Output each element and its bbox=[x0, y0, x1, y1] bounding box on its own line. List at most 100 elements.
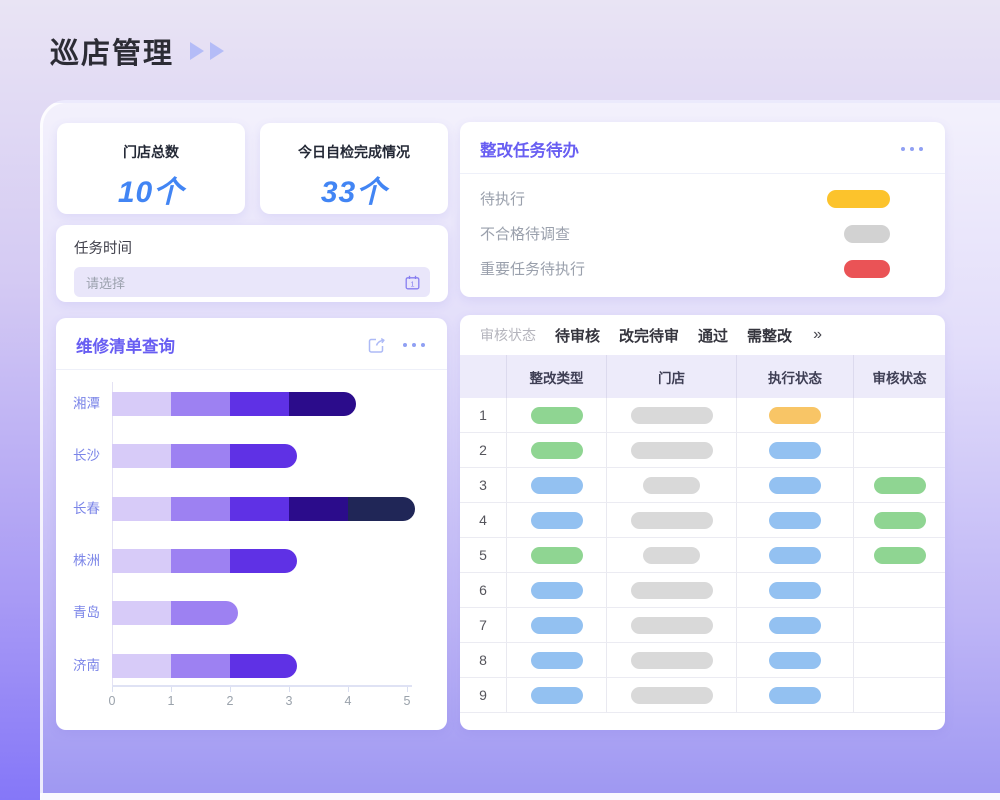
play-icon bbox=[210, 42, 224, 60]
status-pill bbox=[631, 687, 713, 704]
status-pill bbox=[531, 582, 583, 599]
bar-segment bbox=[230, 549, 297, 573]
bar-category-label: 长春 bbox=[56, 497, 100, 521]
status-pill bbox=[769, 407, 821, 424]
table-cell bbox=[737, 538, 854, 573]
table-cell bbox=[854, 503, 945, 538]
x-axis-tick-label: 1 bbox=[156, 694, 186, 708]
tab-待审核[interactable]: 待审核 bbox=[555, 325, 600, 346]
page-header: 巡店管理 bbox=[50, 30, 224, 72]
review-status-card: 审核状态 待审核改完待审通过需整改 » 整改类型门店执行状态审核状态123456… bbox=[460, 315, 945, 730]
bar-segment bbox=[112, 392, 171, 416]
bar-category-label: 青岛 bbox=[56, 601, 100, 625]
status-pill bbox=[643, 477, 700, 494]
stacked-bar bbox=[112, 654, 297, 678]
status-pill bbox=[643, 547, 700, 564]
play-icon bbox=[190, 42, 204, 60]
todo-item[interactable]: 重要任务待执行 bbox=[480, 251, 925, 286]
todo-card-header: 整改任务待办 bbox=[460, 122, 945, 174]
x-axis-tick bbox=[230, 687, 231, 692]
status-pill bbox=[874, 512, 926, 529]
tab-通过[interactable]: 通过 bbox=[698, 325, 728, 346]
task-time-label: 任务时间 bbox=[74, 237, 430, 258]
status-pill bbox=[531, 512, 583, 529]
table-cell bbox=[854, 538, 945, 573]
status-pill bbox=[874, 477, 926, 494]
table-cell bbox=[607, 678, 737, 713]
stat-label: 今日自检完成情况 bbox=[260, 142, 448, 162]
x-axis-tick-label: 0 bbox=[97, 694, 127, 708]
status-pill bbox=[631, 652, 713, 669]
review-table: 整改类型门店执行状态审核状态123456789 bbox=[460, 355, 945, 713]
stacked-bar bbox=[112, 392, 356, 416]
status-pill bbox=[874, 547, 926, 564]
bar-category-label: 长沙 bbox=[56, 444, 100, 468]
table-cell bbox=[854, 643, 945, 678]
x-axis-tick bbox=[112, 687, 113, 692]
bar-segment bbox=[289, 392, 356, 416]
stat-card-store-total: 门店总数 10个 bbox=[57, 123, 245, 214]
bar-segment bbox=[230, 392, 289, 416]
x-axis-tick-label: 4 bbox=[333, 694, 363, 708]
status-pill bbox=[769, 477, 821, 494]
stacked-bar bbox=[112, 601, 238, 625]
table-cell bbox=[607, 468, 737, 503]
stat-label: 门店总数 bbox=[57, 142, 245, 162]
row-number: 5 bbox=[460, 538, 507, 573]
status-pill bbox=[769, 512, 821, 529]
bar-segment bbox=[230, 444, 297, 468]
table-cell bbox=[737, 573, 854, 608]
table-cell bbox=[737, 468, 854, 503]
todo-item-label: 待执行 bbox=[480, 188, 525, 209]
repair-list-card: 维修清单查询 湘潭长沙长春株洲青岛济南012345 bbox=[56, 318, 447, 730]
stacked-bar bbox=[112, 497, 415, 521]
table-cell bbox=[737, 678, 854, 713]
table-cell bbox=[607, 643, 737, 678]
chart-y-axis bbox=[112, 382, 113, 685]
more-tabs-chevron[interactable]: » bbox=[813, 326, 822, 344]
todo-item-label: 不合格待调查 bbox=[480, 223, 570, 244]
todo-item[interactable]: 不合格待调查 bbox=[480, 216, 925, 251]
table-cell bbox=[854, 468, 945, 503]
table-cell bbox=[607, 538, 737, 573]
table-cell bbox=[507, 468, 607, 503]
bar-category-label: 株洲 bbox=[56, 549, 100, 573]
row-number: 8 bbox=[460, 643, 507, 678]
table-cell bbox=[737, 433, 854, 468]
x-axis-tick bbox=[407, 687, 408, 692]
status-pill bbox=[531, 652, 583, 669]
bar-segment bbox=[289, 497, 348, 521]
more-options-icon[interactable] bbox=[901, 147, 924, 152]
row-number: 9 bbox=[460, 678, 507, 713]
bar-segment bbox=[112, 444, 171, 468]
table-cell bbox=[507, 678, 607, 713]
table-cell bbox=[854, 678, 945, 713]
x-axis-tick-label: 5 bbox=[392, 694, 422, 708]
status-pill bbox=[631, 512, 713, 529]
todo-item-label: 重要任务待执行 bbox=[480, 258, 585, 279]
date-picker-input[interactable]: 请选择 1 bbox=[74, 267, 430, 297]
tab-改完待审[interactable]: 改完待审 bbox=[619, 325, 679, 346]
status-pill bbox=[769, 582, 821, 599]
table-cell bbox=[737, 643, 854, 678]
status-pill bbox=[631, 582, 713, 599]
tab-需整改[interactable]: 需整改 bbox=[747, 325, 792, 346]
bar-segment bbox=[171, 444, 230, 468]
row-number: 7 bbox=[460, 608, 507, 643]
status-pill bbox=[531, 407, 583, 424]
filter-tabs: 审核状态 待审核改完待审通过需整改 » bbox=[460, 315, 945, 355]
table-cell bbox=[854, 608, 945, 643]
svg-text:1: 1 bbox=[410, 279, 414, 288]
bar-segment bbox=[112, 549, 171, 573]
status-pill bbox=[531, 547, 583, 564]
status-pill bbox=[531, 687, 583, 704]
bar-segment bbox=[171, 497, 230, 521]
todo-item[interactable]: 待执行 bbox=[480, 181, 925, 216]
column-header: 整改类型 bbox=[507, 355, 607, 398]
bar-segment bbox=[112, 601, 171, 625]
table-cell bbox=[607, 433, 737, 468]
todo-status-pill bbox=[844, 225, 890, 243]
status-pill bbox=[769, 617, 821, 634]
table-cell bbox=[507, 643, 607, 678]
x-axis-tick-label: 3 bbox=[274, 694, 304, 708]
